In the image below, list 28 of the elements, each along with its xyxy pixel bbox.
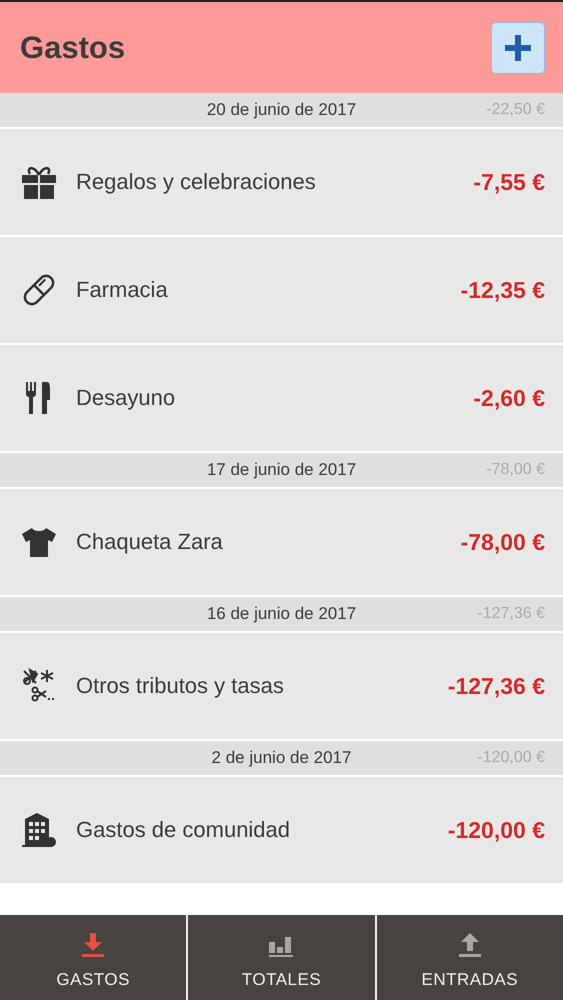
expense-name: Desayuno <box>76 385 176 411</box>
download-icon <box>80 932 106 958</box>
expense-amount: -7,55 € <box>473 168 545 196</box>
expense-row[interactable]: Desayuno -2,60 € <box>0 345 563 453</box>
expense-name: Gastos de comunidad <box>76 817 292 843</box>
expense-amount: -127,36 € <box>448 672 545 700</box>
expense-row[interactable]: Gastos de comunidad -120,00 € <box>0 777 563 885</box>
date-label: 16 de junio de 2017 <box>206 604 356 624</box>
expense-row[interactable]: Chaqueta Zara -78,00 € <box>0 489 563 597</box>
expense-row[interactable]: Farmacia -12,35 € <box>0 237 563 345</box>
expense-name: Farmacia <box>76 277 169 303</box>
upload-icon <box>456 932 483 958</box>
expense-name: Chaqueta Zara <box>76 529 224 555</box>
expense-row[interactable]: Otros tributos y tasas -127,36 € <box>0 633 563 741</box>
expense-amount: -78,00 € <box>460 528 545 556</box>
date-label: 20 de junio de 2017 <box>206 100 356 120</box>
expense-amount: -120,00 € <box>448 816 545 844</box>
expense-amount: -2,60 € <box>473 384 545 412</box>
plus-icon <box>505 34 531 60</box>
date-label: 2 de junio de 2017 <box>212 748 352 768</box>
page-title: Gastos <box>20 30 126 66</box>
expense-name: Regalos y celebraciones <box>76 169 317 195</box>
expense-row[interactable]: Regalos y celebraciones -7,55 € <box>0 129 563 237</box>
expense-name: Otros tributos y tasas <box>76 673 285 699</box>
date-label: 17 de junio de 2017 <box>206 460 356 480</box>
building-icon <box>20 811 58 849</box>
expense-amount: -12,35 € <box>460 276 545 304</box>
add-button[interactable] <box>491 22 545 74</box>
